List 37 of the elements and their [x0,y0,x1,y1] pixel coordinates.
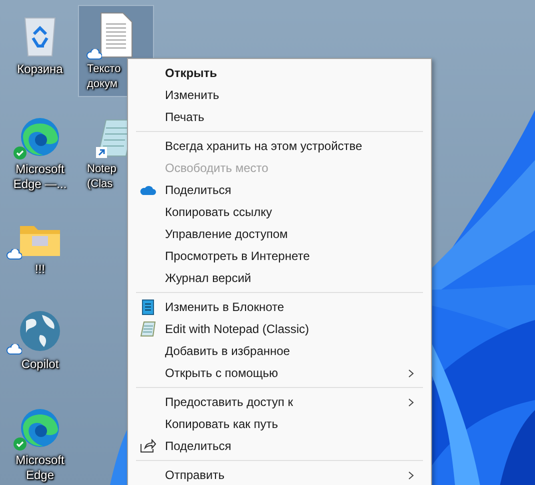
chevron-right-icon [408,470,414,480]
menu-item[interactable]: Предоставить доступ к [131,391,428,413]
menu-item[interactable]: Всегда хранить на этом устройстве [131,135,428,157]
share-icon [140,439,156,453]
menu-item[interactable]: Просмотреть в Интернете [131,245,428,267]
swirl-icon [19,116,61,158]
menu-item[interactable]: Поделиться [131,435,428,457]
menu-item[interactable]: Печать [131,106,428,128]
icon-label: докум [87,77,118,92]
menu-item[interactable]: Поделиться [131,179,428,201]
icon-label: Microsoft [16,453,64,468]
recycle-bin-icon [22,16,58,58]
icon-label: Notep [87,162,116,177]
icon-label: Copilot [21,357,59,372]
menu-item[interactable]: Edit with Notepad (Classic) [131,318,428,340]
swirl-icon [19,407,61,449]
icon-label: Edge —... [13,177,67,192]
menu-item[interactable]: Добавить в избранное [131,340,428,362]
icon-label: (Clas [87,177,113,192]
icon-label: !!! [34,262,45,277]
menu-item[interactable]: Копировать ссылку [131,201,428,223]
menu-item[interactable]: Управление доступом [131,223,428,245]
menu-item[interactable]: Открыть с помощью [131,362,428,384]
icon-label: Microsoft [16,162,64,177]
menu-item[interactable]: Копировать как путь [131,413,428,435]
notepad-icon [140,321,156,337]
notepad-icon [142,299,154,315]
icon-label: Edge [26,468,54,483]
menu-item[interactable]: Отправить [131,464,428,485]
chevron-right-icon [408,398,414,406]
cloud-icon [140,185,156,195]
icon-label: Корзина [17,62,63,77]
chevron-right-icon [408,368,414,378]
menu-item[interactable]: Журнал версий [131,267,428,289]
globe-icon [18,309,62,353]
menu-item[interactable]: Изменить в Блокноте [131,296,428,318]
icon-label: Тексто [87,62,121,77]
